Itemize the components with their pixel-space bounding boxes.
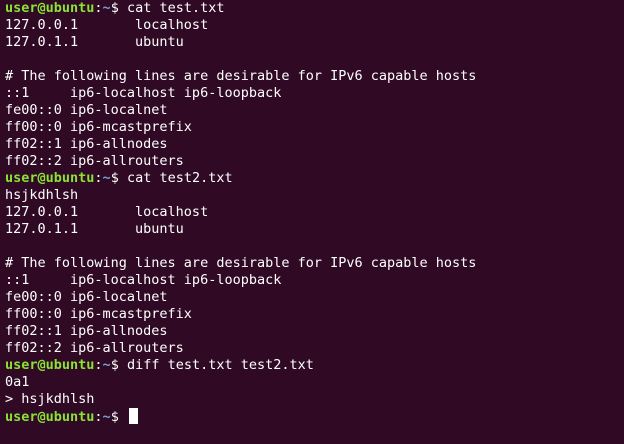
output-text: 127.0.1.1 ubuntu <box>5 221 184 237</box>
output-line: 127.0.1.1 ubuntu <box>5 221 624 238</box>
prompt-symbol: $ <box>110 409 127 425</box>
output-text: 127.0.1.1 ubuntu <box>5 34 184 50</box>
output-text: ff02::2 ip6-allrouters <box>5 153 184 169</box>
output-line: hsjkdhlsh <box>5 187 624 204</box>
output-text: 127.0.0.1 localhost <box>5 17 209 33</box>
output-text: ff00::0 ip6-mcastprefix <box>5 306 192 322</box>
output-line: ff00::0 ip6-mcastprefix <box>5 306 624 323</box>
output-text: # The following lines are desirable for … <box>5 68 477 84</box>
output-line: ::1 ip6-localhost ip6-loopback <box>5 272 624 289</box>
output-line: > hsjkdhlsh <box>5 391 624 408</box>
command-text: diff test.txt test2.txt <box>126 357 314 373</box>
prompt-symbol: $ <box>110 170 127 186</box>
prompt-path: ~ <box>102 170 111 186</box>
output-text: ff02::2 ip6-allrouters <box>5 340 184 356</box>
output-text: ff02::1 ip6-allnodes <box>5 136 168 152</box>
output-line: # The following lines are desirable for … <box>5 68 624 85</box>
prompt-line: user@ubuntu:~$ cat test2.txt <box>5 170 624 187</box>
output-line: # The following lines are desirable for … <box>5 255 624 272</box>
terminal-cursor[interactable] <box>128 408 138 424</box>
terminal-window[interactable]: user@ubuntu:~$ cat test.txt 127.0.0.1 loc… <box>0 0 624 444</box>
prompt-path: ~ <box>102 357 111 373</box>
command-text: cat test.txt <box>126 0 225 16</box>
prompt-colon: : <box>94 357 103 373</box>
output-line: ::1 ip6-localhost ip6-loopback <box>5 85 624 102</box>
prompt-path: ~ <box>102 409 111 425</box>
output-text: ff00::0 ip6-mcastprefix <box>5 119 192 135</box>
prompt-user-host: user@ubuntu <box>5 409 95 425</box>
output-text: 0a1 <box>5 374 30 390</box>
output-text: # The following lines are desirable for … <box>5 255 477 271</box>
output-text: fe00::0 ip6-localnet <box>5 289 168 305</box>
output-line: ff02::2 ip6-allrouters <box>5 340 624 357</box>
output-text: ff02::1 ip6-allnodes <box>5 323 168 339</box>
output-line: ff02::1 ip6-allnodes <box>5 136 624 153</box>
output-text: ::1 ip6-localhost ip6-loopback <box>5 85 282 101</box>
prompt-colon: : <box>94 409 103 425</box>
output-text: > hsjkdhlsh <box>5 391 95 407</box>
output-line: 127.0.1.1 ubuntu <box>5 34 624 51</box>
prompt-user-host: user@ubuntu <box>5 170 95 186</box>
output-line: ff02::1 ip6-allnodes <box>5 323 624 340</box>
output-line: 127.0.0.1 localhost <box>5 17 624 34</box>
prompt-user-host: user@ubuntu <box>5 357 95 373</box>
output-line: fe00::0 ip6-localnet <box>5 102 624 119</box>
output-line: ff00::0 ip6-mcastprefix <box>5 119 624 136</box>
prompt-path: ~ <box>102 0 111 16</box>
output-text: hsjkdhlsh <box>5 187 79 203</box>
prompt-line: user@ubuntu:~$ cat test.txt <box>5 0 624 17</box>
output-line: 127.0.0.1 localhost <box>5 204 624 221</box>
terminal-output: user@ubuntu:~$ cat test.txt 127.0.0.1 loc… <box>5 0 624 425</box>
output-line: fe00::0 ip6-localnet <box>5 289 624 306</box>
command-text: cat test2.txt <box>126 170 233 186</box>
output-text: fe00::0 ip6-localnet <box>5 102 168 118</box>
output-line: ff02::2 ip6-allrouters <box>5 153 624 170</box>
output-text: 127.0.0.1 localhost <box>5 204 209 220</box>
prompt-user-host: user@ubuntu <box>5 0 95 16</box>
output-line: 0a1 <box>5 374 624 391</box>
prompt-symbol: $ <box>110 0 127 16</box>
prompt-line: user@ubuntu:~$ <box>5 408 624 425</box>
prompt-line: user@ubuntu:~$ diff test.txt test2.txt <box>5 357 624 374</box>
prompt-colon: : <box>94 170 103 186</box>
prompt-symbol: $ <box>110 357 127 373</box>
prompt-colon: : <box>94 0 103 16</box>
output-text: ::1 ip6-localhost ip6-loopback <box>5 272 282 288</box>
